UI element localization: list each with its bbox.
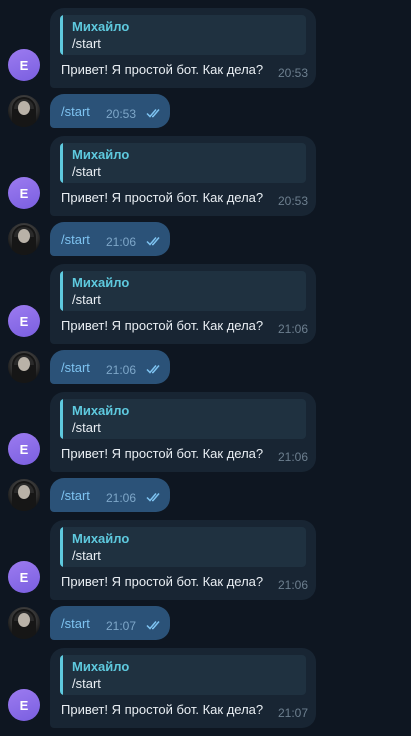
incoming-message-bubble[interactable]: Михайло /start Привет! Я простой бот. Ка…	[50, 264, 316, 344]
message-text: Привет! Я простой бот. Как дела?	[61, 702, 264, 717]
double-check-icon	[146, 109, 160, 118]
avatar-letter: Е	[19, 313, 29, 329]
reply-preview[interactable]: Михайло /start	[60, 143, 306, 183]
user-avatar[interactable]	[8, 351, 40, 383]
reply-author: Михайло	[72, 147, 130, 162]
reply-accent-bar	[60, 15, 63, 55]
avatar-letter: Е	[19, 441, 29, 457]
double-check-icon	[146, 493, 160, 502]
bot-avatar[interactable]: Е	[8, 49, 40, 81]
double-check-icon	[146, 621, 160, 630]
incoming-message-bubble[interactable]: Михайло /start Привет! Я простой бот. Ка…	[50, 520, 316, 600]
reply-text: /start	[72, 676, 101, 691]
reply-accent-bar	[60, 399, 63, 439]
reply-author: Михайло	[72, 659, 130, 674]
reply-text: /start	[72, 548, 101, 563]
incoming-message-bubble[interactable]: Михайло /start Привет! Я простой бот. Ка…	[50, 392, 316, 472]
bot-message-row: Е Михайло /start Привет! Я простой бот. …	[0, 128, 411, 224]
message-time: 20:53	[277, 194, 308, 208]
bot-avatar[interactable]: Е	[8, 561, 40, 593]
message-text: /start	[61, 232, 90, 247]
user-avatar[interactable]	[8, 223, 40, 255]
avatar-letter: Е	[19, 185, 29, 201]
bot-message-row: Е Михайло /start Привет! Я простой бот. …	[0, 256, 411, 352]
bot-avatar[interactable]: Е	[8, 177, 40, 209]
message-time: 21:07	[106, 619, 137, 633]
bot-message-row: Е Михайло /start Привет! Я простой бот. …	[0, 384, 411, 480]
user-avatar[interactable]	[8, 95, 40, 127]
user-message-row: /start 21:06	[0, 221, 411, 257]
outgoing-message-bubble[interactable]: /start 21:07	[50, 606, 170, 640]
message-time: 21:07	[277, 706, 308, 720]
reply-text: /start	[72, 164, 101, 179]
user-message-row: /start 21:07	[0, 605, 411, 641]
reply-preview[interactable]: Михайло /start	[60, 399, 306, 439]
avatar-letter: Е	[19, 569, 29, 585]
avatar-letter: Е	[19, 697, 29, 713]
reply-author: Михайло	[72, 19, 130, 34]
double-check-icon	[146, 237, 160, 246]
bot-message-row: Е Михайло /start Привет! Я простой бот. …	[0, 512, 411, 608]
bot-avatar[interactable]: Е	[8, 305, 40, 337]
outgoing-message-bubble[interactable]: /start 21:06	[50, 350, 170, 384]
message-time: 21:06	[277, 578, 308, 592]
double-check-icon	[146, 365, 160, 374]
bot-message-row: Е Михайло /start Привет! Я простой бот. …	[0, 640, 411, 736]
reply-accent-bar	[60, 527, 63, 567]
message-time: 20:53	[277, 66, 308, 80]
message-time: 21:06	[277, 322, 308, 336]
message-text: Привет! Я простой бот. Как дела?	[61, 318, 264, 333]
message-text: /start	[61, 104, 90, 119]
message-text: /start	[61, 360, 90, 375]
user-message-row: /start 20:53	[0, 93, 411, 129]
bot-avatar[interactable]: Е	[8, 433, 40, 465]
reply-accent-bar	[60, 271, 63, 311]
message-text: Привет! Я простой бот. Как дела?	[61, 62, 264, 77]
user-message-row: /start 21:06	[0, 349, 411, 385]
incoming-message-bubble[interactable]: Михайло /start Привет! Я простой бот. Ка…	[50, 136, 316, 216]
reply-preview[interactable]: Михайло /start	[60, 271, 306, 311]
reply-author: Михайло	[72, 275, 130, 290]
reply-accent-bar	[60, 143, 63, 183]
reply-preview[interactable]: Михайло /start	[60, 15, 306, 55]
bot-message-row: Е Михайло /start Привет! Я простой бот. …	[0, 0, 411, 96]
user-avatar[interactable]	[8, 607, 40, 639]
outgoing-message-bubble[interactable]: /start 20:53	[50, 94, 170, 128]
message-time: 20:53	[106, 107, 137, 121]
message-text: /start	[61, 488, 90, 503]
message-time: 21:06	[106, 235, 137, 249]
avatar-letter: Е	[19, 57, 29, 73]
user-avatar[interactable]	[8, 479, 40, 511]
message-time: 21:06	[106, 363, 137, 377]
outgoing-message-bubble[interactable]: /start 21:06	[50, 478, 170, 512]
message-time: 21:06	[106, 491, 137, 505]
user-message-row: /start 21:06	[0, 477, 411, 513]
incoming-message-bubble[interactable]: Михайло /start Привет! Я простой бот. Ка…	[50, 648, 316, 728]
message-text: Привет! Я простой бот. Как дела?	[61, 190, 264, 205]
chat-history[interactable]: Е Михайло /start Привет! Я простой бот. …	[0, 0, 411, 731]
bot-avatar[interactable]: Е	[8, 689, 40, 721]
incoming-message-bubble[interactable]: Михайло /start Привет! Я простой бот. Ка…	[50, 8, 316, 88]
message-text: /start	[61, 616, 90, 631]
reply-preview[interactable]: Михайло /start	[60, 527, 306, 567]
reply-text: /start	[72, 36, 101, 51]
reply-author: Михайло	[72, 531, 130, 546]
outgoing-message-bubble[interactable]: /start 21:06	[50, 222, 170, 256]
reply-accent-bar	[60, 655, 63, 695]
message-text: Привет! Я простой бот. Как дела?	[61, 574, 264, 589]
reply-preview[interactable]: Михайло /start	[60, 655, 306, 695]
reply-text: /start	[72, 292, 101, 307]
message-time: 21:06	[277, 450, 308, 464]
message-text: Привет! Я простой бот. Как дела?	[61, 446, 264, 461]
reply-text: /start	[72, 420, 101, 435]
reply-author: Михайло	[72, 403, 130, 418]
